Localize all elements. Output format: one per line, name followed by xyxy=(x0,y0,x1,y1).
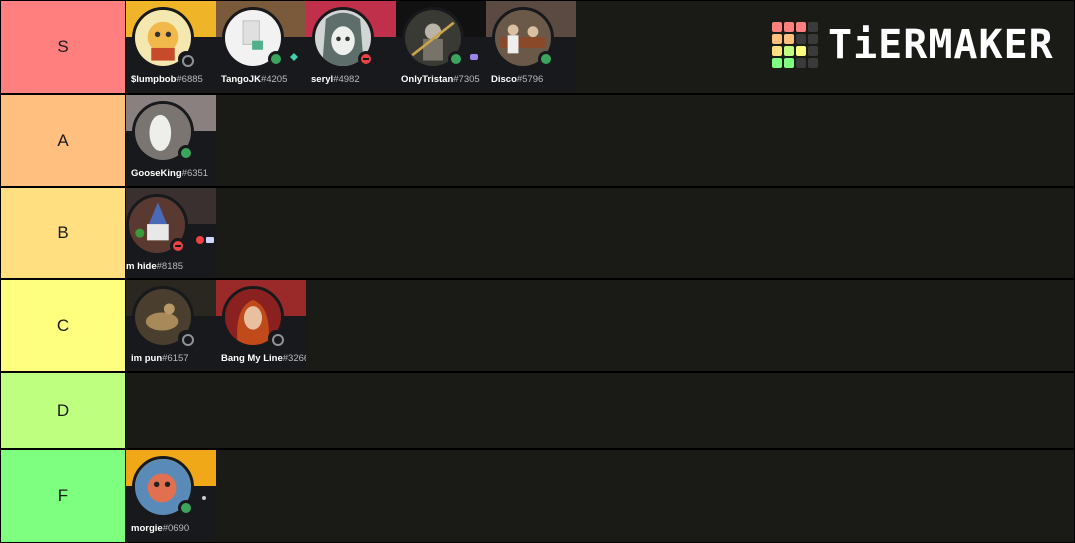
username-text: Disco xyxy=(491,74,517,85)
discriminator: #5796 xyxy=(516,74,544,85)
dnd-small-icon xyxy=(196,236,204,244)
status-online-icon xyxy=(178,500,194,516)
tier-label-d[interactable]: D xyxy=(1,373,125,448)
status-online-icon xyxy=(178,145,194,161)
tier-item-card[interactable]: im pun#6157 xyxy=(126,280,216,370)
tier-label-b[interactable]: B xyxy=(1,188,125,278)
username-text: im pun xyxy=(131,353,163,364)
tier-label-a[interactable]: A xyxy=(1,95,125,186)
username: Bang My Line#3266 xyxy=(216,353,306,364)
username-text: m hide xyxy=(126,261,157,272)
tier-item-card[interactable]: m hide#8185 xyxy=(126,188,216,278)
tier-items-f[interactable]: morgie#0690 xyxy=(126,450,1074,542)
tier-item-card[interactable]: morgie#0690 xyxy=(126,450,216,540)
tier-list: S $lumpbob#6885 TangoJK#4205 seryl#4982 … xyxy=(0,0,1075,543)
tier-item-card[interactable]: $lumpbob#6885 xyxy=(126,1,216,91)
username-text: TangoJK xyxy=(221,74,261,85)
tier-label-s[interactable]: S xyxy=(1,1,125,93)
tier-item-card[interactable]: Bang My Line#3266 xyxy=(216,280,306,370)
tier-items-c[interactable]: im pun#6157 Bang My Line#3266 xyxy=(126,280,1074,371)
status-dnd-icon xyxy=(358,51,374,67)
tier-label-f[interactable]: F xyxy=(1,450,125,542)
status-idle-icon xyxy=(268,330,284,346)
tier-row-f: F morgie#0690 xyxy=(0,450,1075,542)
username: OnlyTristan#7305 xyxy=(396,74,486,85)
discriminator: #8185 xyxy=(156,261,184,272)
discriminator: #6885 xyxy=(176,74,203,85)
tier-row-a: A GooseKing#6351 xyxy=(0,95,1075,186)
username-text: $lumpbob xyxy=(131,74,177,85)
status-dnd-icon xyxy=(170,238,186,254)
status-online-icon xyxy=(448,51,464,67)
tier-item-card[interactable]: Disco#5796 xyxy=(486,1,576,91)
sparkle-icon xyxy=(202,496,206,500)
username: im pun#6157 xyxy=(126,353,216,364)
tier-item-card[interactable]: TangoJK#4205 xyxy=(216,1,306,91)
username: TangoJK#4205 xyxy=(216,74,306,85)
status-online-icon xyxy=(538,51,554,67)
username: morgie#0690 xyxy=(126,523,216,534)
username: GooseKing#6351 xyxy=(126,168,216,179)
username: $lumpbob#6885 xyxy=(126,74,216,85)
hypesquad-badge-icon xyxy=(470,54,478,60)
tier-items-a[interactable]: GooseKing#6351 xyxy=(126,95,1074,186)
username: seryl#4982 xyxy=(306,74,396,85)
logo-text: TiERMAKER xyxy=(828,22,1054,68)
discriminator: #0690 xyxy=(162,523,190,534)
tier-row-c: C im pun#6157 Bang My Line#3266 xyxy=(0,280,1075,371)
logo-grid-icon xyxy=(772,22,818,68)
discriminator: #4982 xyxy=(333,74,360,85)
tier-item-card[interactable]: seryl#4982 xyxy=(306,1,396,91)
tier-item-card[interactable]: GooseKing#6351 xyxy=(126,95,216,185)
username-text: OnlyTristan xyxy=(401,74,454,85)
discriminator: #6351 xyxy=(181,168,209,179)
discriminator: #4205 xyxy=(260,74,288,85)
username-text: GooseKing xyxy=(131,168,182,179)
username-text: seryl xyxy=(311,74,334,85)
discriminator: #6157 xyxy=(162,353,189,364)
tier-row-b: B m hide#8185 xyxy=(0,188,1075,278)
username-text: morgie xyxy=(131,523,163,534)
username-text: Bang My Line xyxy=(221,353,283,364)
nitro-badge-icon xyxy=(290,53,298,61)
discriminator: #3266 xyxy=(282,353,306,364)
status-online-icon xyxy=(268,51,284,67)
username: m hide#8185 xyxy=(126,261,216,272)
speech-bubble-icon xyxy=(206,237,214,243)
tiermaker-logo: TiERMAKER xyxy=(772,20,1054,70)
discriminator: #7305 xyxy=(453,74,480,85)
tier-items-b[interactable]: m hide#8185 xyxy=(126,188,1074,278)
tier-item-card[interactable]: OnlyTristan#7305 xyxy=(396,1,486,91)
tier-items-d[interactable] xyxy=(126,373,1074,448)
tier-label-c[interactable]: C xyxy=(1,280,125,371)
status-idle-icon xyxy=(178,51,194,67)
username: Disco#5796 xyxy=(486,74,576,85)
status-idle-icon xyxy=(178,330,194,346)
tier-row-d: D xyxy=(0,373,1075,448)
